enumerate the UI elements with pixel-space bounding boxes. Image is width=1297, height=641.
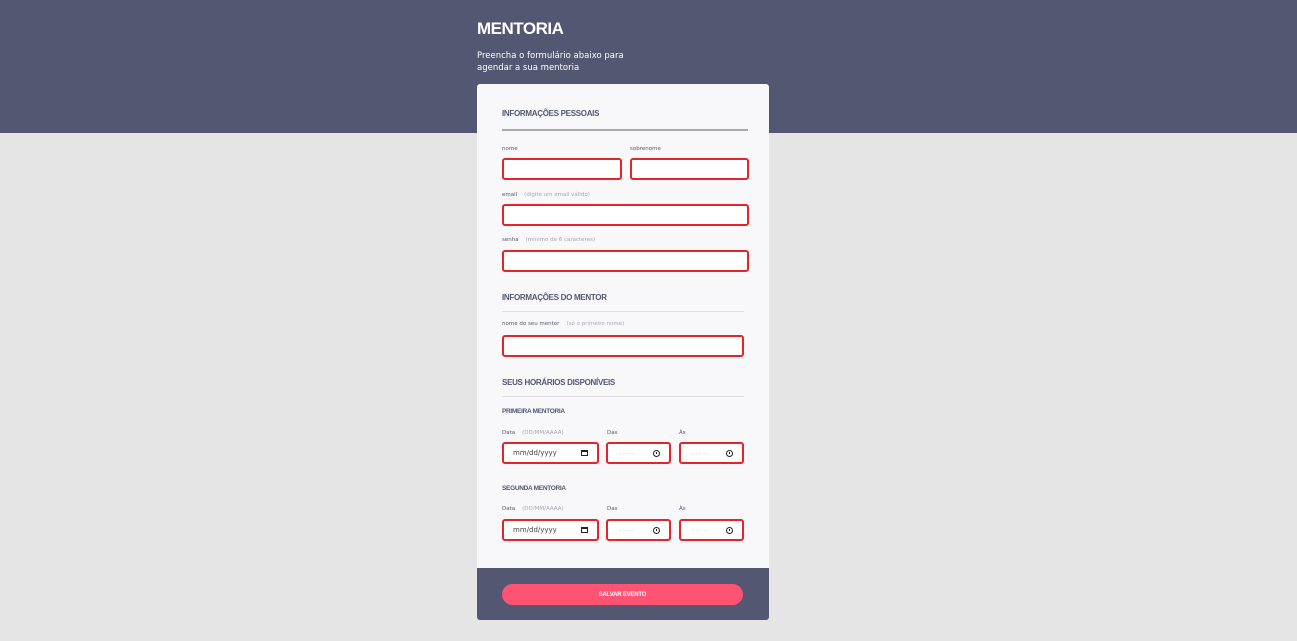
mentor-nome-label: nome do seu mentor bbox=[502, 321, 560, 327]
email-label: email bbox=[502, 192, 518, 198]
email-hint: (digite um email válido) bbox=[524, 192, 590, 198]
as-label: Às bbox=[679, 506, 686, 512]
das-label: Das bbox=[607, 430, 618, 436]
as-label: Às bbox=[679, 430, 686, 436]
das-label: Das bbox=[607, 506, 618, 512]
sobrenome-input[interactable] bbox=[630, 158, 749, 180]
data-hint: (DD/MM/AAAA) bbox=[522, 506, 564, 512]
data-label-row: Data (DD/MM/AAAA) bbox=[502, 430, 564, 436]
page-subtitle: Preencha o formulário abaixo para agenda… bbox=[477, 51, 624, 73]
save-event-button[interactable]: SALVAR EVENTO bbox=[502, 584, 743, 605]
segunda-das-time-input[interactable]: --:-- -- bbox=[606, 519, 671, 541]
email-input[interactable] bbox=[502, 204, 749, 226]
mentoria-form: INFORMAÇÕES PESSOAIS nome sobrenome emai… bbox=[477, 84, 769, 568]
time-placeholder: --:-- -- bbox=[691, 527, 708, 534]
calendar-icon[interactable] bbox=[581, 527, 588, 533]
time-placeholder: --:-- -- bbox=[618, 527, 635, 534]
section-divider bbox=[502, 129, 748, 131]
session-title-primeira: PRIMEIRA MENTORIA bbox=[502, 408, 565, 415]
segunda-date-input[interactable]: mm/dd/yyyy bbox=[502, 519, 599, 541]
nome-input[interactable] bbox=[502, 158, 622, 180]
date-value: mm/dd/yyyy bbox=[513, 449, 557, 457]
segunda-as-time-input[interactable]: --:-- -- bbox=[679, 519, 744, 541]
section-title-mentor: INFORMAÇÕES DO MENTOR bbox=[502, 293, 607, 302]
mentor-nome-hint: (só o primeiro nome) bbox=[566, 321, 625, 327]
senha-label-row: senha (mínimo de 6 caracteres) bbox=[502, 237, 595, 243]
senha-input[interactable] bbox=[502, 250, 749, 272]
mentor-nome-input[interactable] bbox=[502, 335, 744, 357]
data-label-row: Data (DD/MM/AAAA) bbox=[502, 506, 564, 512]
data-hint: (DD/MM/AAAA) bbox=[522, 430, 564, 436]
senha-label: senha bbox=[502, 237, 519, 243]
primeira-das-time-input[interactable]: --:-- -- bbox=[606, 442, 671, 464]
data-label: Data bbox=[502, 430, 516, 436]
time-placeholder: --:-- -- bbox=[618, 450, 635, 457]
mentor-label-row: nome do seu mentor (só o primeiro nome) bbox=[502, 321, 624, 327]
clock-icon[interactable] bbox=[726, 527, 733, 534]
session-title-segunda: SEGUNDA MENTORIA bbox=[502, 485, 566, 492]
time-placeholder: --:-- -- bbox=[691, 450, 708, 457]
clock-icon[interactable] bbox=[653, 527, 660, 534]
data-label: Data bbox=[502, 506, 516, 512]
section-divider bbox=[502, 311, 744, 312]
email-label-row: email (digite um email válido) bbox=[502, 192, 590, 198]
section-divider bbox=[502, 396, 744, 397]
calendar-icon[interactable] bbox=[581, 450, 588, 456]
section-title-personal: INFORMAÇÕES PESSOAIS bbox=[502, 109, 600, 118]
primeira-date-input[interactable]: mm/dd/yyyy bbox=[502, 442, 599, 464]
date-value: mm/dd/yyyy bbox=[513, 526, 557, 534]
senha-hint: (mínimo de 6 caracteres) bbox=[525, 237, 596, 243]
section-title-schedule: SEUS HORÁRIOS DISPONÍVEIS bbox=[502, 378, 615, 387]
nome-label: nome bbox=[502, 146, 518, 152]
sobrenome-label: sobrenome bbox=[630, 146, 661, 152]
clock-icon[interactable] bbox=[653, 450, 660, 457]
clock-icon[interactable] bbox=[726, 450, 733, 457]
primeira-as-time-input[interactable]: --:-- -- bbox=[679, 442, 744, 464]
form-footer: SALVAR EVENTO bbox=[477, 568, 769, 620]
page-title: MENTORIA bbox=[477, 19, 564, 38]
